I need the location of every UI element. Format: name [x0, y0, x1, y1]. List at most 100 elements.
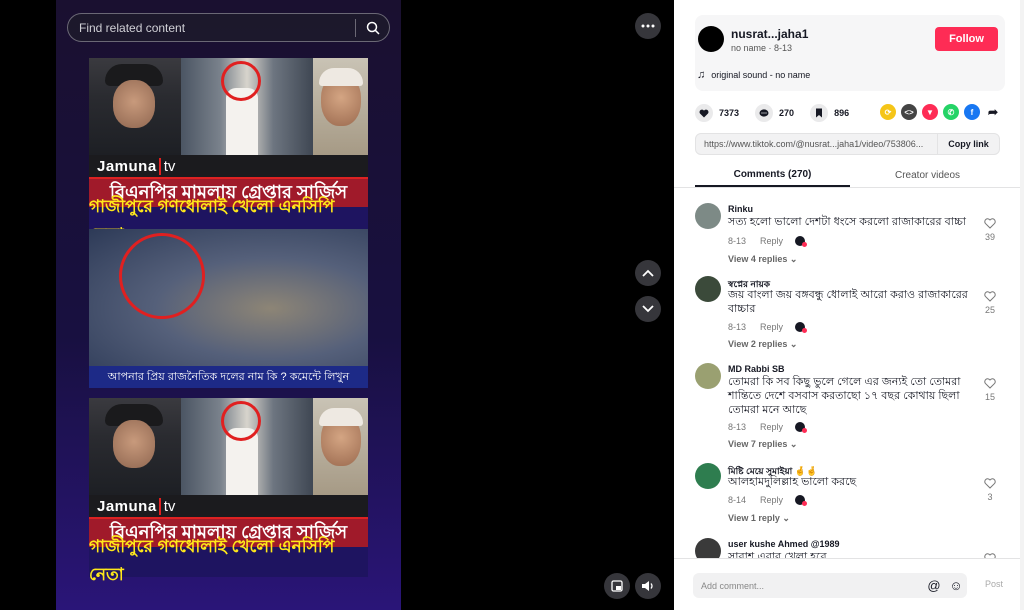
reply-button[interactable]: Reply [760, 236, 783, 246]
creator-liked-icon [795, 422, 808, 433]
view-replies-button[interactable]: View 2 replies ⌄ [728, 339, 797, 350]
avatar[interactable] [695, 463, 721, 489]
view-replies-button[interactable]: View 7 replies ⌄ [728, 439, 797, 450]
logo-tv: tv [158, 497, 175, 515]
heart-outline-icon [984, 291, 996, 302]
chevron-up-icon [642, 269, 654, 277]
avatar[interactable] [695, 363, 721, 389]
volume-icon [642, 581, 653, 591]
comment-date: 8-13 [728, 236, 747, 246]
author-name[interactable]: nusrat...jaha1 [731, 27, 808, 41]
comment-text: আলহামদুলিল্লাহ ভালো করছে [728, 476, 857, 488]
bookmark-icon [810, 104, 829, 122]
comment-like-count: 3 [987, 492, 993, 502]
share-arrow-icon[interactable]: ➦ [985, 104, 1001, 120]
comment-meta: 8-14 Reply [728, 495, 808, 506]
channel-logo: Jamuna tv [89, 155, 368, 177]
save-button[interactable]: 896 [810, 104, 849, 122]
sound-link[interactable]: ♫ original sound - no name [697, 69, 810, 81]
comment-like-button[interactable]: 39 [980, 218, 1000, 242]
officer-image [89, 58, 181, 155]
like-button[interactable]: 7373 [695, 104, 739, 122]
logo-text: Jamuna [97, 157, 157, 175]
mid-caption: আপনার প্রিয় রাজনৈতিক দলের নাম কি ? কমেন… [89, 366, 368, 388]
send-icon[interactable]: ▼ [922, 104, 938, 120]
previous-video-button[interactable] [635, 260, 661, 286]
next-video-button[interactable] [635, 296, 661, 322]
crowd-image [181, 58, 313, 155]
comment-input-placeholder[interactable]: Add comment... [693, 581, 923, 591]
comment-item: Rinku সত্য হলো ভালো দেশটা ধংসে করলো রাজা… [695, 203, 1010, 273]
post-button[interactable]: Post [985, 579, 1003, 589]
video-area[interactable]: Jamuna tv বিএনপির মামলায় গ্রেপ্তার সার্… [0, 0, 674, 610]
news-photo [89, 58, 368, 155]
heart-outline-icon [984, 478, 996, 489]
reply-button[interactable]: Reply [760, 495, 783, 505]
chevron-down-icon [642, 305, 654, 313]
sound-label: original sound - no name [711, 70, 811, 80]
tab-comments[interactable]: Comments (270) [695, 163, 850, 187]
view-replies-button[interactable]: View 4 replies ⌄ [728, 254, 797, 265]
comment-like-button[interactable]: 25 [980, 291, 1000, 315]
repost-icon[interactable]: ⟳ [880, 104, 896, 120]
comment-input[interactable]: Add comment... @ ☺ [693, 573, 967, 598]
search-bar[interactable]: Find related content [67, 13, 390, 42]
tabs: Comments (270) Creator videos [695, 163, 1005, 187]
news-photo [89, 398, 368, 495]
elder-image [313, 398, 368, 495]
copy-link-button[interactable]: Copy link [937, 134, 999, 154]
channel-logo: Jamuna tv [89, 495, 368, 517]
pip-icon [611, 580, 623, 592]
avatar[interactable] [698, 26, 724, 52]
comment-like-button[interactable]: 3 [980, 478, 1000, 502]
heart-outline-icon [984, 218, 996, 229]
reply-button[interactable]: Reply [760, 322, 783, 332]
volume-button[interactable] [635, 573, 661, 599]
more-options-button[interactable] [635, 13, 661, 39]
comment-meta: 8-13 Reply [728, 236, 808, 247]
author-meta: no name · 8-13 [731, 43, 793, 53]
news-card-top: Jamuna tv বিএনপির মামলায় গ্রেপ্তার সার্… [89, 58, 368, 244]
search-input[interactable]: Find related content [68, 21, 355, 35]
creator-liked-icon [795, 495, 808, 506]
comment-bar: Add comment... @ ☺ Post [674, 558, 1024, 610]
facebook-icon[interactable]: f [964, 104, 980, 120]
share-link-box: https://www.tiktok.com/@nusrat...jaha1/v… [695, 133, 1000, 155]
comment-username[interactable]: MD Rabbi SB [728, 364, 785, 374]
elder-image [313, 58, 368, 155]
avatar[interactable] [695, 276, 721, 302]
reply-button[interactable]: Reply [760, 422, 783, 432]
comment-date: 8-13 [728, 422, 747, 432]
officer-image [89, 398, 181, 495]
heart-outline-icon [984, 378, 996, 389]
comment-like-count: 25 [984, 305, 995, 315]
view-replies-button[interactable]: View 1 reply ⌄ [728, 513, 790, 524]
embed-icon[interactable]: <> [901, 104, 917, 120]
music-note-icon: ♫ [697, 69, 706, 81]
follow-button[interactable]: Follow [935, 27, 998, 51]
comment-username[interactable]: Rinku [728, 204, 753, 214]
comment-meta: 8-13 Reply [728, 422, 808, 433]
scrollbar[interactable] [1020, 0, 1024, 610]
comment-text: সত্য হলো ভালো দেশটা ধংসে করলো রাজাকারের … [728, 216, 966, 228]
emoji-icon[interactable]: ☺ [945, 578, 967, 593]
pip-button[interactable] [604, 573, 630, 599]
avatar[interactable] [695, 203, 721, 229]
tab-creator-videos[interactable]: Creator videos [850, 163, 1005, 187]
comment-like-count: 15 [984, 392, 995, 402]
search-icon[interactable] [356, 21, 389, 35]
share-link-text: https://www.tiktok.com/@nusrat...jaha1/v… [704, 139, 924, 149]
whatsapp-icon[interactable]: ✆ [943, 104, 959, 120]
comment-list: Rinku সত্য হলো ভালো দেশটা ধংসে করলো রাজা… [674, 188, 1024, 558]
comment-username[interactable]: user kushe Ahmed @1989 [728, 539, 840, 549]
mention-icon[interactable]: @ [923, 578, 945, 593]
save-count: 896 [834, 108, 850, 118]
comment-text: তোমরা কি সব কিছু ভুলে গেলে এর জন্যই তো ত… [728, 376, 961, 416]
heart-icon [695, 104, 713, 122]
comment-meta: 8-13 Reply [728, 322, 808, 333]
comment-item: user kushe Ahmed @1989 সাবাশ এবার খেলা হ… [695, 538, 1010, 558]
comment-button[interactable]: 270 [755, 104, 794, 122]
comment-like-button[interactable]: 15 [980, 378, 1000, 402]
details-panel: nusrat...jaha1 no name · 8-13 Follow ♫ o… [674, 0, 1024, 610]
avatar[interactable] [695, 538, 721, 558]
